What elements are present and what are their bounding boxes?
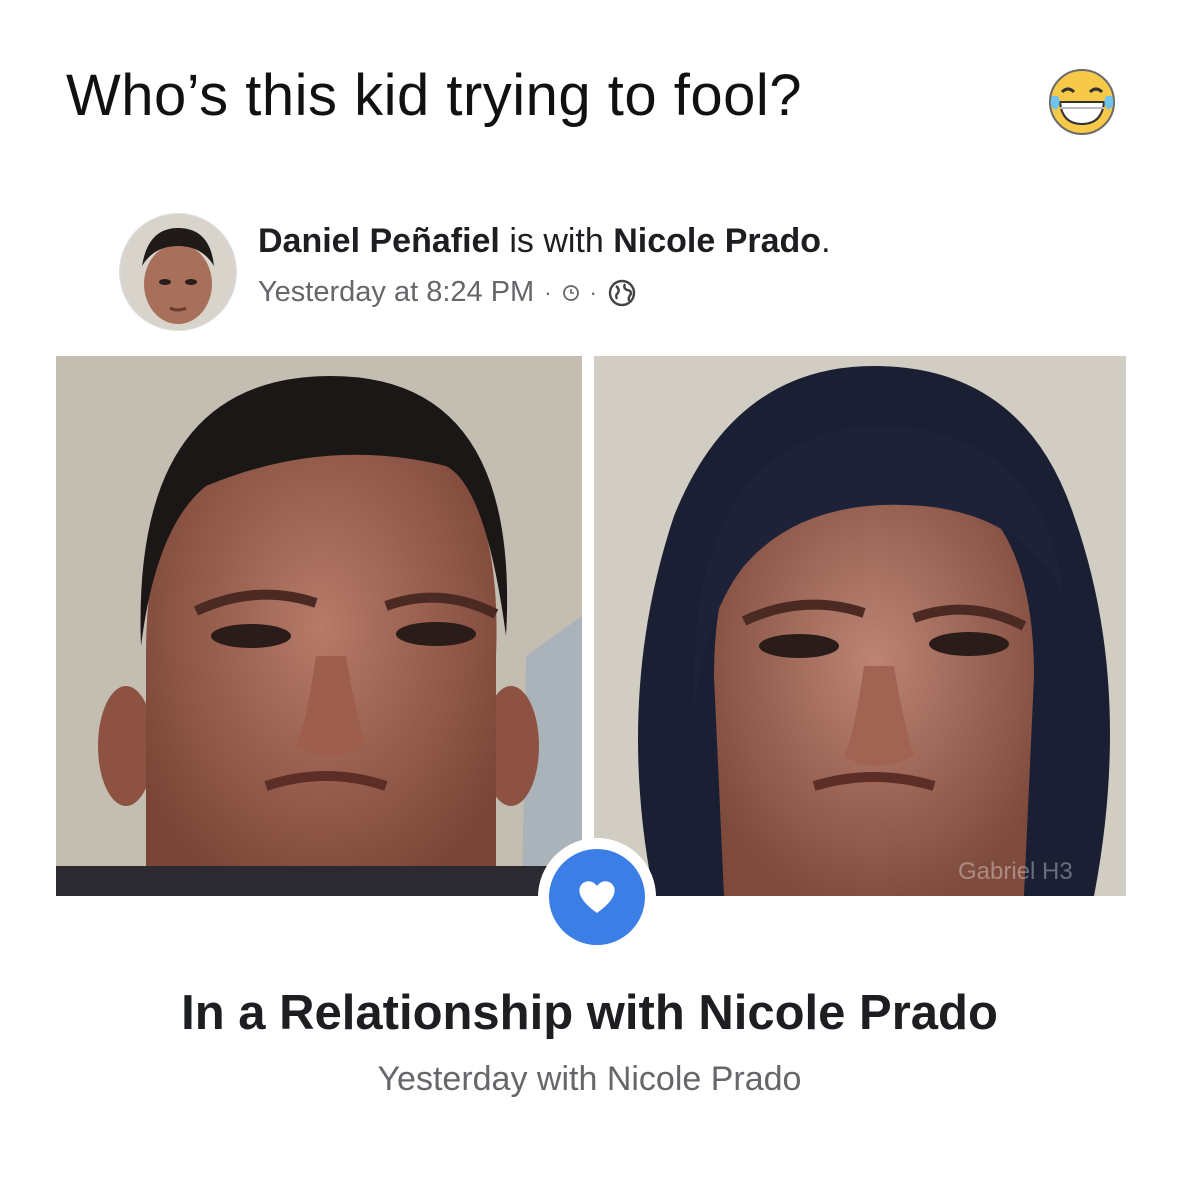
globe-icon[interactable] (607, 278, 637, 308)
clock-icon (562, 284, 579, 301)
photo-right[interactable] (594, 356, 1126, 896)
photo-watermark: Gabriel H3 (958, 858, 1073, 885)
meme-caption: Who’s this kid trying to fool? (66, 63, 803, 128)
header-period: . (821, 222, 831, 260)
author-name[interactable]: Daniel Peñafiel (258, 222, 500, 260)
meta-separator: · (589, 279, 597, 305)
relationship-badge (538, 838, 656, 956)
photo-left[interactable] (56, 356, 582, 896)
tagged-name[interactable]: Nicole Prado (613, 222, 821, 260)
post-timestamp[interactable]: Yesterday at 8:24 PM (258, 276, 534, 309)
meta-separator: · (544, 279, 552, 305)
heart-icon (579, 881, 615, 913)
post-header: Daniel Peñafiel is with Nicole Prado. (258, 222, 831, 261)
with-connector: is with (499, 222, 614, 260)
relationship-title: In a Relationship with Nicole Prado (181, 986, 998, 1040)
post-meta: Yesterday at 8:24 PM · · (258, 276, 637, 309)
profile-avatar[interactable] (119, 213, 237, 331)
laughing-tears-icon (1049, 69, 1115, 135)
relationship-subtitle: Yesterday with Nicole Prado (377, 1060, 802, 1098)
